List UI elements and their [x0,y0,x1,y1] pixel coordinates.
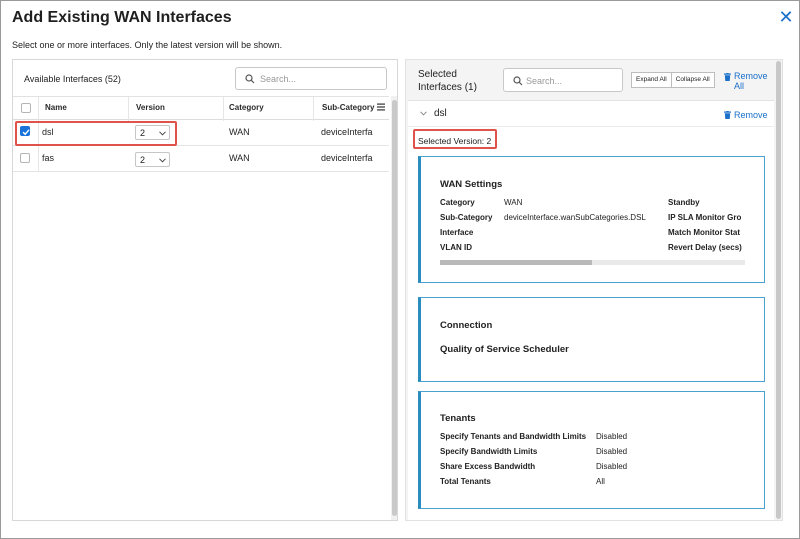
ip-sla-label: IP SLA Monitor Gro [668,213,742,222]
tenant-field-label: Share Excess Bandwidth [440,462,536,471]
version-highlight [413,129,497,149]
dialog-subtitle: Select one or more interfaces. Only the … [12,40,283,50]
row-name: fas [42,153,55,163]
match-monitor-label: Match Monitor Stat [668,228,740,237]
tenant-field-value: All [596,477,605,486]
tenant-field-label: Specify Tenants and Bandwidth Limits [440,432,587,441]
column-name[interactable]: Name [45,103,67,112]
scrollbar-thumb[interactable] [776,61,781,519]
tenant-field-value: Disabled [596,447,628,456]
selected-interfaces-panel: Selected Interfaces (1) Expand All Colla… [405,59,783,521]
selected-item-card: dsl Remove Selected Version: 2 WAN Setti… [408,100,774,520]
trash-icon [724,111,731,119]
chevron-down-icon [159,158,166,163]
column-category[interactable]: Category [229,103,264,112]
select-all-checkbox[interactable] [21,103,31,113]
tenant-field-label: Specify Bandwidth Limits [440,447,538,456]
row-category: WAN [229,153,250,163]
connection-section: Connection Quality of Service Scheduler [418,297,765,382]
remove-all-label: Remove All [734,71,768,91]
close-icon[interactable]: ✕ [777,8,795,26]
tenant-field-value: Disabled [596,432,628,441]
category-label: Category [440,198,475,207]
selection-highlight [15,121,177,146]
version-value: 2 [140,155,146,165]
remove-label: Remove [734,110,768,120]
selected-item-name: dsl [434,108,447,119]
search-icon [245,74,255,84]
interface-label: Interface [440,228,474,237]
collapse-all-button[interactable]: Collapse All [671,72,715,88]
row-subcategory: deviceInterfa [321,153,373,163]
scrollbar-thumb[interactable] [392,100,397,516]
column-divider [38,97,39,121]
wan-settings-title: WAN Settings [440,179,503,190]
horizontal-scrollbar-thumb[interactable] [440,260,592,265]
connection-title: Connection [440,320,493,331]
available-search[interactable] [235,67,387,90]
wan-settings-section: WAN Settings Category WAN Sub-Category d… [418,156,765,283]
category-value: WAN [504,198,523,207]
tenant-field-label: Total Tenants [440,477,491,486]
subcategory-label: Sub-Category [440,213,493,222]
standby-label: Standby [668,198,700,207]
search-icon [513,76,523,86]
expand-collapse-group: Expand All Collapse All [631,72,715,88]
table-row[interactable]: fas 2 WAN deviceInterfa [13,146,389,172]
row-subcategory: deviceInterfa [321,127,373,137]
selected-item-header[interactable]: dsl Remove [408,101,774,127]
column-divider [223,97,224,121]
revert-delay-label: Revert Delay (secs) [668,243,742,252]
row-category: WAN [229,127,250,137]
selected-interfaces-count: Selected Interfaces (1) [418,69,477,93]
version-select[interactable]: 2 [135,152,170,167]
vlan-id-label: VLAN ID [440,243,472,252]
available-search-input[interactable] [260,71,380,87]
available-header: Available Interfaces (52) [13,60,397,96]
trash-icon [724,73,731,81]
column-divider [313,97,314,121]
row-checkbox[interactable] [20,153,30,163]
column-menu-icon[interactable] [377,103,385,111]
subcategory-value: deviceInterface.wanSubCategories.DSL [504,213,646,222]
table-header: Name Version Category Sub-Category [13,96,389,121]
dialog-title: Add Existing WAN Interfaces [12,9,232,26]
tenants-section: Tenants Specify Tenants and Bandwidth Li… [418,391,765,509]
selected-search-input[interactable] [526,73,618,89]
qos-scheduler-title: Quality of Service Scheduler [440,344,569,355]
selected-search[interactable] [503,68,623,92]
tenants-title: Tenants [440,413,476,424]
column-subcategory[interactable]: Sub-Category [322,103,374,112]
column-divider [128,97,129,121]
column-version[interactable]: Version [136,103,165,112]
row-divider [38,146,39,172]
available-interfaces-panel: Available Interfaces (52) Name Version C… [12,59,398,521]
add-wan-interfaces-dialog: Add Existing WAN Interfaces ✕ Select one… [0,0,800,539]
expand-all-button[interactable]: Expand All [631,72,672,88]
chevron-down-icon[interactable] [420,111,427,116]
tenant-field-value: Disabled [596,462,628,471]
available-interfaces-count: Available Interfaces (52) [24,74,121,84]
